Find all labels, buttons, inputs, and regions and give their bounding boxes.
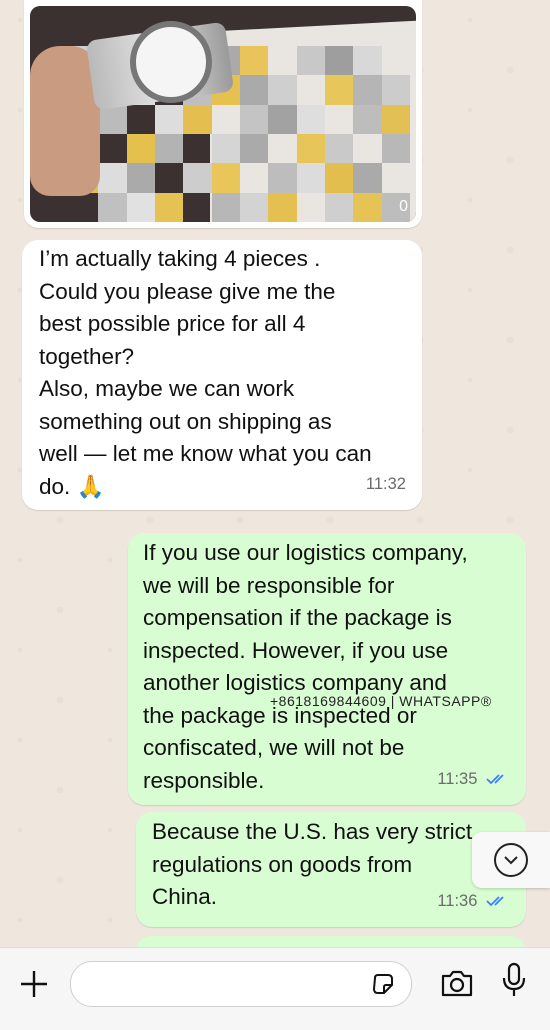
outgoing-message[interactable]: If you use our logistics company, we wil… [128,533,526,805]
incoming-message[interactable]: I’m actually taking 4 pieces . Could you… [22,240,422,510]
watch-dial [130,21,212,103]
outgoing-message[interactable]: Because the U.S. has very strict regulat… [136,812,526,927]
message-time: 11:36 [437,885,510,918]
image-counter: 0 [399,198,408,215]
scroll-to-bottom-button[interactable] [472,832,550,888]
microphone-icon[interactable] [500,962,528,998]
message-time: 11:32 [365,474,406,493]
plus-icon[interactable] [18,968,50,1000]
photo-thumbnail[interactable]: 0 [30,6,416,222]
message-time: 11:35 [437,763,510,796]
double-check-icon [486,896,504,907]
message-composer [0,947,550,1030]
double-check-icon [486,774,504,785]
sticker-icon[interactable] [371,972,395,996]
camera-icon[interactable] [440,968,474,998]
chat-area[interactable]: 0 I’m actually taking 4 pieces . Could y… [0,0,550,1030]
message-text: If you use our logistics company, we wil… [143,540,468,793]
message-text: I’m actually taking 4 pieces . Could you… [39,246,372,499]
message-input[interactable] [70,961,412,1007]
image-message[interactable]: 0 [24,0,422,228]
chevron-down-icon [494,843,528,877]
watermark-overlay: +8618169844609 | WHATSAPP® [270,693,492,709]
